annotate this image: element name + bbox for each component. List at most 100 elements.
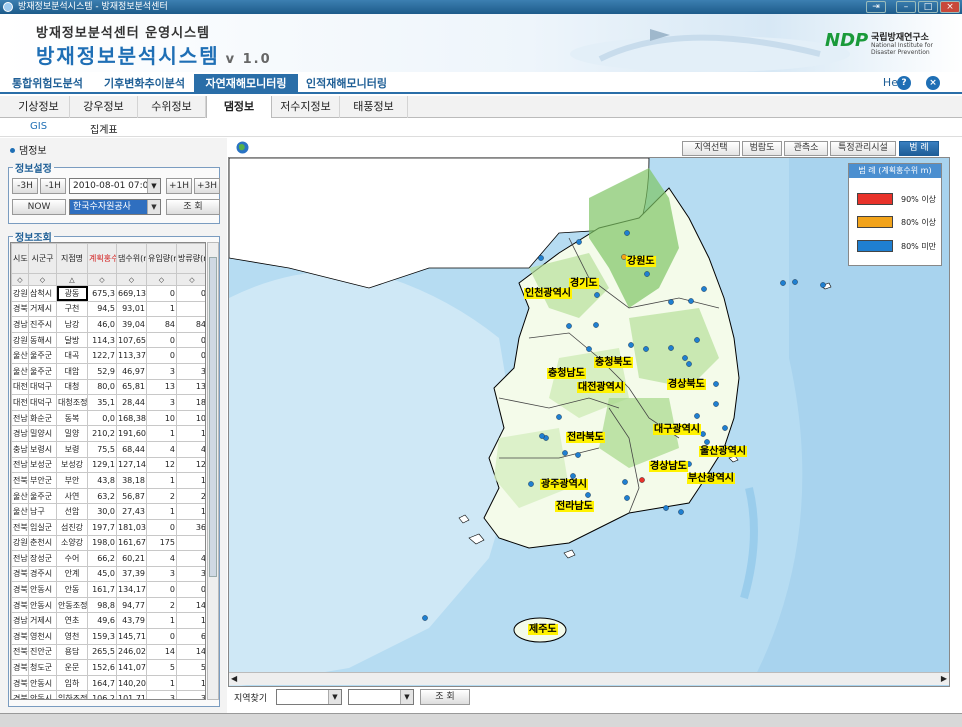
dam-marker[interactable]: [700, 431, 706, 437]
help-icon[interactable]: ?: [897, 76, 911, 90]
dam-marker[interactable]: [585, 492, 591, 498]
province-select[interactable]: ▼: [276, 689, 342, 705]
sub-tab-typhoon[interactable]: 태풍정보: [340, 96, 408, 118]
column-header[interactable]: 지점명: [56, 243, 88, 274]
minus-1h-button[interactable]: -1H: [40, 178, 66, 194]
dam-marker[interactable]: [686, 361, 692, 367]
column-header[interactable]: 계획홍수위: [87, 243, 117, 274]
main-tab-natural-disaster[interactable]: 자연재해모니터링: [194, 74, 298, 94]
map-horizontal-scrollbar[interactable]: ◀ ▶: [229, 672, 949, 685]
table-row[interactable]: 경남 거제시 연초 49,6 43,79 1 1: [11, 612, 205, 630]
tab-gis[interactable]: GIS: [30, 121, 47, 132]
main-tab-human-disaster[interactable]: 인적재해모니터링: [302, 74, 391, 94]
map-view[interactable]: 강원도 경기도 인천광역시 충청북도 충청남도 대전광역시 경상북도 전라북도 …: [228, 157, 950, 687]
column-header[interactable]: 유입량(m3/s): [146, 243, 177, 274]
column-header[interactable]: 댐수위(m): [116, 243, 147, 274]
dam-marker[interactable]: [694, 413, 700, 419]
table-row[interactable]: 경북 경주시 안계 45,0 37,39 3 3: [11, 565, 205, 583]
sub-tab-dam[interactable]: 댐정보: [206, 96, 272, 118]
table-scrollbar[interactable]: [207, 242, 219, 700]
column-header[interactable]: 시도: [11, 243, 29, 274]
main-tab-climate-change[interactable]: 기후변화추이분석: [100, 74, 189, 94]
table-row[interactable]: 전북 부안군 부안 43,8 38,18 1 1: [11, 472, 205, 489]
table-row[interactable]: 경북 안동시 안동 161,7 134,17 0 0: [11, 581, 205, 598]
table-row[interactable]: 울산 남구 선암 30,0 27,43 1 1: [11, 503, 205, 520]
table-row[interactable]: 대전 대덕구 대청 80,0 65,81 13 13: [11, 378, 205, 396]
sub-tab-reservoir[interactable]: 저수지정보: [272, 96, 340, 118]
dam-marker[interactable]: [586, 346, 592, 352]
table-row[interactable]: 경북안동시안동조정지98,894,77214: [11, 596, 205, 614]
sort-toggle-icon[interactable]: ◇: [87, 273, 117, 286]
table-row[interactable]: 울산 울주군 대암 52,9 46,97 3 3: [11, 362, 205, 380]
table-row[interactable]: 충남 보령시 보령 75,5 68,44 4 4: [11, 440, 205, 458]
dam-marker[interactable]: [701, 286, 707, 292]
dam-marker[interactable]: [694, 337, 700, 343]
datetime-select[interactable]: 2010-08-01 07:00 ▼: [69, 178, 161, 194]
dam-marker[interactable]: [628, 342, 634, 348]
dam-marker[interactable]: [422, 615, 428, 621]
table-row[interactable]: 경북 영천시 영천 159,3 145,71 0 6: [11, 628, 205, 645]
dam-marker[interactable]: [538, 255, 544, 261]
sub-tab-weather[interactable]: 기상정보: [8, 96, 70, 118]
minimize-button[interactable]: –: [896, 1, 916, 13]
table-row[interactable]: 전북 임실군 섬진강 197,7 181,03 0 36: [11, 518, 205, 536]
table-row[interactable]: 울산 울주군 사연 63,2 56,87 2 2: [11, 487, 205, 505]
dam-marker[interactable]: [528, 481, 534, 487]
globe-icon[interactable]: [236, 141, 249, 154]
table-row[interactable]: 강원 삼척시 광동 675,3 669,13 0 0: [11, 285, 205, 302]
close-button[interactable]: ×: [940, 1, 960, 13]
table-row[interactable]: 대전대덕구대청조정지35,128,44318: [11, 394, 205, 411]
city-select[interactable]: ▼: [348, 689, 414, 705]
dam-marker[interactable]: [688, 298, 694, 304]
scrollbar-thumb[interactable]: [209, 257, 217, 577]
dam-marker[interactable]: [575, 452, 581, 458]
sort-toggle-icon[interactable]: ◇: [146, 273, 177, 286]
scroll-left-icon[interactable]: ◀: [231, 674, 237, 683]
dam-marker[interactable]: [566, 323, 572, 329]
table-row[interactable]: 강원 춘천시 소양강 198,0 161,67 175: [11, 534, 205, 552]
dam-marker[interactable]: [682, 355, 688, 361]
table-row[interactable]: 전남 보성군 보성강 129,1 127,14 12 12: [11, 456, 205, 474]
tab-summary-table[interactable]: 집계표: [90, 121, 118, 136]
sub-tab-rainfall[interactable]: 강우정보: [70, 96, 138, 118]
dam-marker[interactable]: [663, 505, 669, 511]
sort-toggle-icon[interactable]: △: [56, 273, 88, 286]
sort-toggle-icon[interactable]: ◇: [176, 273, 205, 286]
column-header[interactable]: 방류량(m3/s): [176, 243, 205, 274]
legend-button[interactable]: 범 례: [899, 141, 939, 156]
restore-icon[interactable]: ⇥: [866, 1, 886, 13]
main-tab-integrated-risk[interactable]: 통합위험도분석: [8, 74, 87, 94]
dam-marker[interactable]: [668, 345, 674, 351]
table-row[interactable]: 전북 진안군 용담 265,5 246,02 14 14: [11, 643, 205, 661]
dam-marker[interactable]: [539, 433, 545, 439]
dam-marker[interactable]: [713, 401, 719, 407]
table-row[interactable]: 경남 진주시 남강 46,0 39,04 84 84: [11, 316, 205, 333]
dam-marker[interactable]: [556, 414, 562, 420]
dam-marker[interactable]: [820, 282, 826, 288]
dam-marker[interactable]: [643, 346, 649, 352]
flood-map-button[interactable]: 범람도: [742, 141, 782, 156]
agency-select[interactable]: 한국수자원공사 ▼: [69, 199, 161, 215]
sort-toggle-icon[interactable]: ◇: [116, 273, 147, 286]
table-row[interactable]: 전남 장성군 수어 66,2 60,21 4 4: [11, 550, 205, 567]
dam-marker[interactable]: [668, 299, 674, 305]
station-button[interactable]: 관측소: [784, 141, 828, 156]
dam-marker[interactable]: [562, 450, 568, 456]
dam-marker[interactable]: [644, 271, 650, 277]
plus-3h-button[interactable]: +3H: [194, 178, 220, 194]
sort-toggle-icon[interactable]: ◇: [11, 273, 29, 286]
table-row[interactable]: 경북 안동시 임하 164,7 140,20 1 1: [11, 674, 205, 692]
table-row[interactable]: 경북안동시임하조정지106,2101,7133: [11, 690, 205, 699]
dam-marker[interactable]: [780, 280, 786, 286]
column-header[interactable]: 시군구: [28, 243, 57, 274]
dam-marker[interactable]: [792, 279, 798, 285]
dam-marker[interactable]: [576, 239, 582, 245]
plus-1h-button[interactable]: +1H: [166, 178, 192, 194]
table-row[interactable]: 경북 청도군 운문 152,6 141,07 5 5: [11, 659, 205, 676]
dam-marker[interactable]: [622, 479, 628, 485]
dam-marker[interactable]: [624, 495, 630, 501]
table-row[interactable]: 경남 밀양시 밀양 210,2 191,60 1 1: [11, 425, 205, 442]
table-row[interactable]: 강원 동해시 달방 114,3 107,65 0 0: [11, 331, 205, 349]
special-facility-button[interactable]: 특정관리시설: [830, 141, 896, 156]
dam-marker[interactable]: [713, 381, 719, 387]
